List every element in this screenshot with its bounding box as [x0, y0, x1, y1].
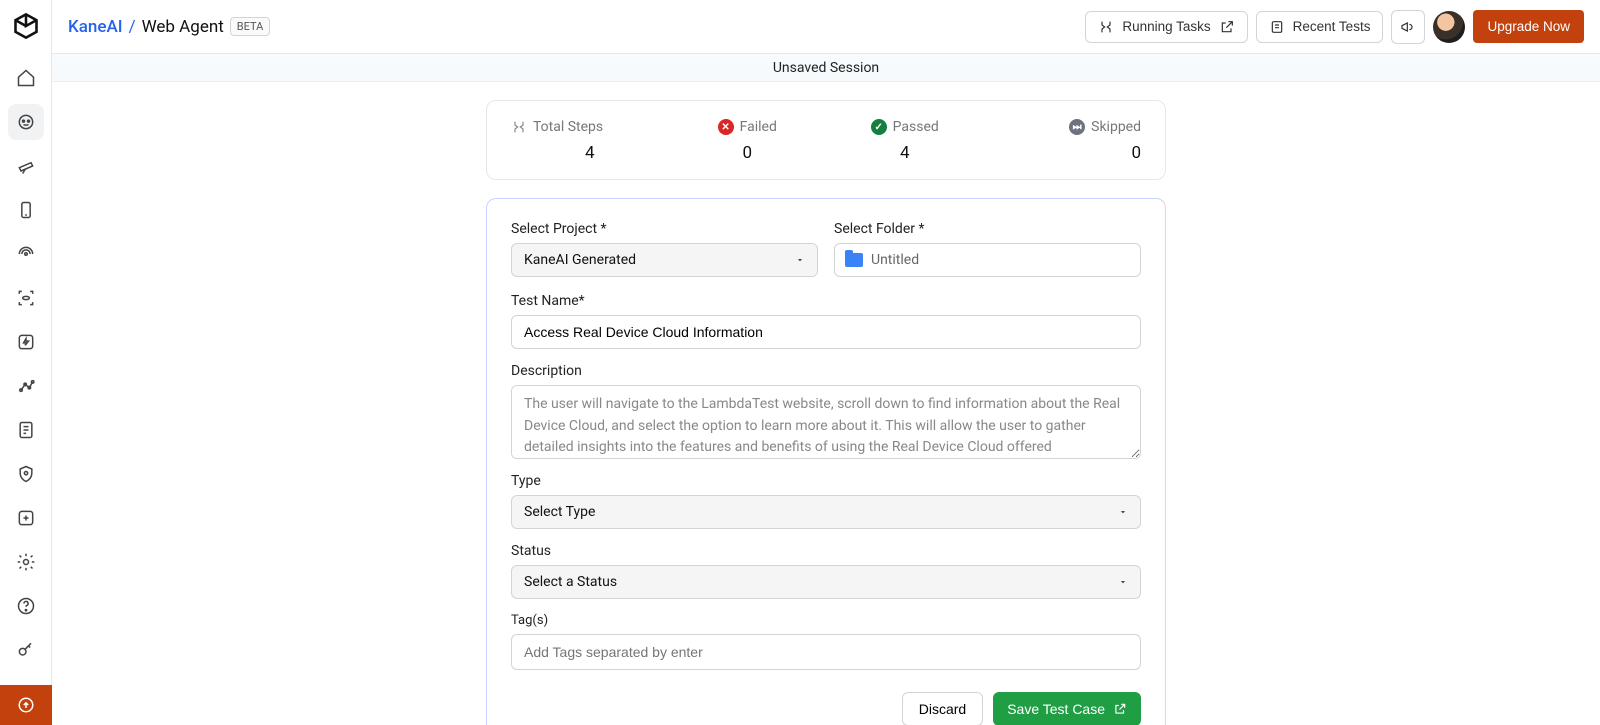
tags-label: Tag(s): [511, 613, 1141, 628]
folder-select-value: Untitled: [871, 252, 919, 268]
save-test-case-button[interactable]: Save Test Case: [993, 692, 1141, 725]
tags-input[interactable]: [511, 634, 1141, 670]
test-name-input[interactable]: [511, 315, 1141, 349]
nav-key-icon[interactable]: [8, 632, 44, 668]
folder-select[interactable]: Untitled: [834, 243, 1141, 277]
running-tasks-button[interactable]: Running Tasks: [1085, 11, 1247, 43]
announcements-button[interactable]: [1391, 10, 1425, 44]
description-textarea[interactable]: [511, 385, 1141, 459]
folder-icon: [845, 253, 863, 267]
project-select-value: KaneAI Generated: [524, 252, 636, 268]
megaphone-icon: [1400, 19, 1416, 35]
total-steps-label: Total Steps: [533, 119, 603, 135]
caret-down-icon: [795, 255, 805, 265]
failed-label: Failed: [740, 119, 777, 135]
breadcrumb-separator: /: [129, 17, 136, 37]
recent-tests-label: Recent Tests: [1293, 19, 1371, 34]
caret-down-icon: [1118, 507, 1128, 517]
save-test-case-label: Save Test Case: [1007, 701, 1105, 717]
status-label: Status: [511, 543, 1141, 559]
test-name-label: Test Name*: [511, 293, 1141, 309]
project-label: Select Project *: [511, 221, 818, 237]
folder-label: Select Folder *: [834, 221, 1141, 237]
status-select[interactable]: Select a Status: [511, 565, 1141, 599]
nav-insights-icon[interactable]: [8, 368, 44, 404]
nav-device-icon[interactable]: [8, 192, 44, 228]
steps-icon: [511, 119, 527, 135]
upgrade-button[interactable]: Upgrade Now: [1473, 10, 1584, 43]
nav-agent-icon[interactable]: [8, 104, 44, 140]
breadcrumb-brand[interactable]: KaneAI: [68, 17, 123, 37]
external-link-icon: [1113, 702, 1127, 716]
breadcrumb: KaneAI / Web Agent BETA: [68, 17, 270, 37]
skipped-label: Skipped: [1091, 119, 1141, 135]
type-label: Type: [511, 473, 1141, 489]
unsaved-session-banner: Unsaved Session: [52, 54, 1600, 82]
skipped-icon: ⏭: [1069, 119, 1085, 135]
nav-help-icon[interactable]: [8, 588, 44, 624]
nav-radar-icon[interactable]: [8, 236, 44, 272]
brand-logo-icon: [12, 12, 40, 40]
nav-upload-cta-icon[interactable]: [0, 685, 52, 725]
discard-button[interactable]: Discard: [902, 692, 983, 725]
external-link-icon: [1219, 19, 1235, 35]
nav-scan-icon[interactable]: [8, 280, 44, 316]
total-steps-value: 4: [511, 143, 669, 163]
running-tasks-label: Running Tasks: [1122, 19, 1210, 34]
description-label: Description: [511, 363, 1141, 379]
type-select[interactable]: Select Type: [511, 495, 1141, 529]
breadcrumb-page: Web Agent: [142, 17, 224, 37]
nav-automation-icon[interactable]: [8, 324, 44, 360]
failed-icon: ✕: [718, 119, 734, 135]
stats-card: Total Steps 4 ✕ Failed 0 ✓ Passed 4 ⏭ Skipp…: [486, 100, 1166, 180]
user-avatar[interactable]: [1433, 11, 1465, 43]
passed-icon: ✓: [871, 119, 887, 135]
nav-settings-icon[interactable]: [8, 544, 44, 580]
recent-tests-button[interactable]: Recent Tests: [1256, 11, 1384, 43]
status-select-value: Select a Status: [524, 574, 617, 590]
topbar: KaneAI / Web Agent BETA Running Tasks Re…: [52, 0, 1600, 54]
type-select-value: Select Type: [524, 504, 595, 520]
failed-value: 0: [669, 143, 827, 163]
passed-value: 4: [826, 143, 984, 163]
left-nav-rail: [0, 0, 52, 725]
nav-reports-icon[interactable]: [8, 412, 44, 448]
nav-security-icon[interactable]: [8, 456, 44, 492]
save-test-form: Select Project * KaneAI Generated Select…: [486, 198, 1166, 725]
beta-badge: BETA: [230, 17, 271, 36]
project-select[interactable]: KaneAI Generated: [511, 243, 818, 277]
skipped-value: 0: [984, 143, 1142, 163]
caret-down-icon: [1118, 577, 1128, 587]
passed-label: Passed: [893, 119, 939, 135]
nav-telescope-icon[interactable]: [8, 148, 44, 184]
nav-home-icon[interactable]: [8, 60, 44, 96]
nav-add-icon[interactable]: [8, 500, 44, 536]
